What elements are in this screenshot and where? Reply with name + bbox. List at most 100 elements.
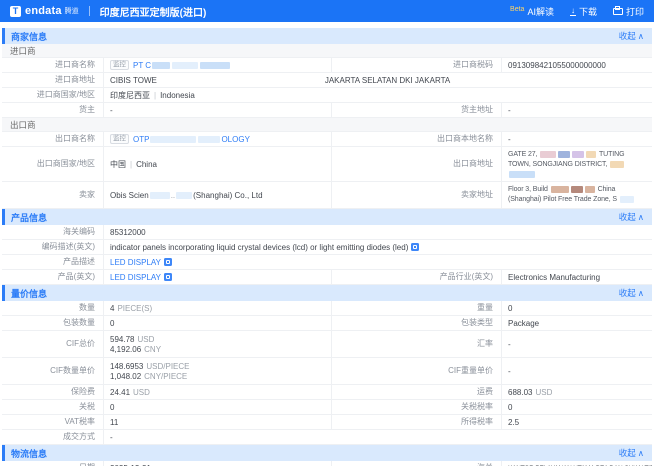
redaction-block xyxy=(198,136,220,143)
brand-name-cn: 腾道 xyxy=(65,6,79,16)
section-header-logistics: 物流信息 收起 ∧ xyxy=(2,445,652,461)
section-header-product: 产品信息 收起 ∧ xyxy=(2,209,652,225)
product-description-value[interactable]: LED DISPLAY xyxy=(110,258,161,267)
field-label: 重量 xyxy=(332,301,502,315)
duty-rate-value: 0 xyxy=(508,403,512,412)
field-label: 货主地址 xyxy=(332,103,502,117)
download-icon: ↓ xyxy=(570,7,576,16)
freight-value: 688.03 xyxy=(508,388,532,397)
table-row: 货主 - 货主地址 - xyxy=(2,103,652,118)
field-label: CIF重量单价 xyxy=(332,358,502,384)
field-label: 出口商国家/地区 xyxy=(2,147,104,181)
redaction-block xyxy=(172,62,198,69)
collapse-toggle-qty-price[interactable]: 收起 ∧ xyxy=(619,287,644,299)
importer-country-en: Indonesia xyxy=(160,91,195,100)
tendata-logo-icon: T xyxy=(10,6,21,17)
monitor-tag[interactable]: 监控 xyxy=(110,60,129,70)
field-label: 卖家地址 xyxy=(332,182,502,208)
quantity-unit: PIECE(S) xyxy=(117,304,152,313)
quantity-value: 4 xyxy=(110,304,114,313)
print-button[interactable]: 打印 xyxy=(613,5,644,18)
field-label: 出口商本地名称 xyxy=(332,132,502,146)
translate-icon[interactable] xyxy=(411,243,419,251)
chevron-up-icon: ∧ xyxy=(638,31,644,42)
exporter-group-header: 出口商 xyxy=(2,118,652,132)
field-label: VAT税率 xyxy=(2,415,104,429)
owner-value: - xyxy=(110,106,113,115)
package-qty-value: 0 xyxy=(110,319,114,328)
redaction-block xyxy=(620,196,634,203)
product-en-value[interactable]: LED DISPLAY xyxy=(110,273,161,282)
exporter-name-link-end[interactable]: OLOGY xyxy=(221,135,249,144)
divider: | xyxy=(154,91,156,100)
importer-group-header: 进口商 xyxy=(2,44,652,58)
redaction-block xyxy=(150,192,170,199)
field-label: 出口商地址 xyxy=(332,147,502,181)
seller-address-value: Floor 3, Build China (Shanghai) Pilot Fr… xyxy=(502,182,652,208)
field-label: 产品描述 xyxy=(2,255,104,269)
importer-country-cn: 印度尼西亚 xyxy=(110,90,150,101)
exporter-country-cn: 中国 xyxy=(110,159,126,170)
collapse-label: 收起 xyxy=(619,211,636,223)
redaction-block xyxy=(150,136,196,143)
table-row: 保险费 24.41USD 运费 688.03USD xyxy=(2,385,652,400)
insurance-unit: USD xyxy=(133,388,150,397)
field-label: 汇率 xyxy=(332,331,502,357)
field-label: 进口商国家/地区 xyxy=(2,88,104,102)
field-label: 海关编码 xyxy=(2,225,104,239)
section-title: 产品信息 xyxy=(11,211,47,224)
monitor-tag[interactable]: 监控 xyxy=(110,134,129,144)
field-label: 保险费 xyxy=(2,385,104,399)
ai-interpret-button[interactable]: Beta AI解读 xyxy=(510,5,554,18)
section-title: 物流信息 xyxy=(11,447,47,460)
redaction-block xyxy=(176,192,192,199)
redaction-block xyxy=(152,62,170,69)
field-label: 关税 xyxy=(2,400,104,414)
exporter-name-link-start[interactable]: OTP xyxy=(133,135,149,144)
redaction-block xyxy=(572,151,584,158)
download-button[interactable]: ↓ 下载 xyxy=(570,5,597,18)
table-row: 卖家 Obis Scien .. (Shanghai) Co., Ltd 卖家地… xyxy=(2,182,652,209)
field-label: 包装类型 xyxy=(332,316,502,330)
redaction-block xyxy=(540,151,556,158)
page-title: 印度尼西亚定制版(进口) xyxy=(100,4,207,19)
field-label: 成交方式 xyxy=(2,430,104,444)
field-label: 编码描述(英文) xyxy=(2,240,104,254)
field-label: 数量 xyxy=(2,301,104,315)
section-title: 商家信息 xyxy=(11,30,47,43)
redaction-block xyxy=(586,151,596,158)
seller-name-end: (Shanghai) Co., Ltd xyxy=(193,191,262,200)
record-content: 商家信息 收起 ∧ 进口商 进口商名称 监控 PT C 进口商税码 09130 xyxy=(0,22,654,466)
field-label: CIF总价 xyxy=(2,331,104,357)
collapse-label: 收起 xyxy=(619,30,636,42)
redaction-block xyxy=(509,171,535,178)
duty-value: 0 xyxy=(110,403,114,412)
collapse-toggle-logistics[interactable]: 收起 ∧ xyxy=(619,447,644,459)
table-row: 出口商国家/地区 中国 | China 出口商地址 GATE 27, TUTIN… xyxy=(2,147,652,182)
translate-icon[interactable] xyxy=(164,273,172,281)
table-row: 成交方式 - xyxy=(2,430,652,445)
table-row: 数量 4PIECE(S) 重量 0 xyxy=(2,301,652,316)
collapse-toggle-product[interactable]: 收起 ∧ xyxy=(619,211,644,223)
top-actions: Beta AI解读 ↓ 下载 打印 xyxy=(510,5,644,18)
importer-name-link[interactable]: PT C xyxy=(133,61,151,70)
brand-name: endata xyxy=(25,5,62,17)
table-row: CIF总价 594.78USD 4,192.06CNY 汇率 - xyxy=(2,331,652,358)
hs-code-value: 85312000 xyxy=(110,228,146,237)
field-label: 海关 xyxy=(332,461,502,466)
translate-icon[interactable] xyxy=(164,258,172,266)
trade-terms-value: - xyxy=(110,433,113,442)
package-type-value: Package xyxy=(508,319,539,328)
exporter-country-en: China xyxy=(136,160,157,169)
table-row: 包装数量 0 包装类型 Package xyxy=(2,316,652,331)
exporter-address-value: GATE 27, TUTING TOWN, SONGJIANG DISTRICT… xyxy=(502,147,652,181)
field-label: 卖家 xyxy=(2,182,104,208)
code-description-value: indicator panels incorporating liquid cr… xyxy=(110,243,408,252)
industry-value: Electronics Manufacturing xyxy=(508,273,600,282)
field-label: 产品(英文) xyxy=(2,270,104,284)
importer-address-start: CIBIS TOWE xyxy=(110,76,157,85)
redaction-block xyxy=(585,186,595,193)
collapse-toggle-merchant[interactable]: 收起 ∧ xyxy=(619,30,644,42)
field-label: 包装数量 xyxy=(2,316,104,330)
redaction-block xyxy=(610,161,624,168)
